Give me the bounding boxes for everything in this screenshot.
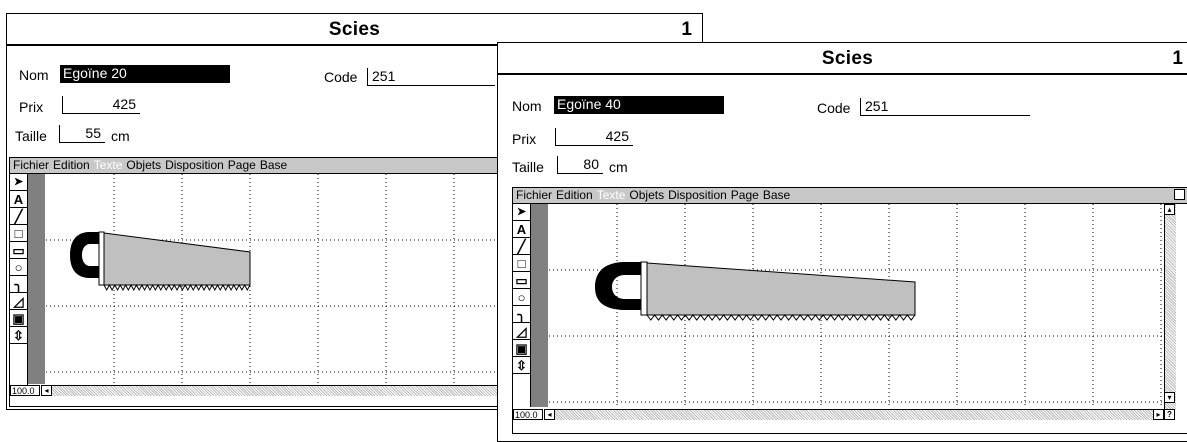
- saw-blade: [646, 262, 916, 316]
- canvas-svg: [549, 204, 1164, 406]
- line-tool-icon[interactable]: ╱: [513, 238, 530, 255]
- saw-handle: [595, 262, 641, 310]
- arrow-tool-icon[interactable]: ➤: [10, 174, 27, 191]
- zoom-level[interactable]: 100.0: [513, 409, 543, 420]
- menu-page[interactable]: Page: [731, 188, 759, 202]
- ruler-band: [531, 204, 548, 407]
- menu-edition[interactable]: Edition: [556, 188, 593, 202]
- zoom-level[interactable]: 100.0: [10, 385, 40, 396]
- menu-edition[interactable]: Edition: [53, 158, 90, 172]
- page-number: 1: [1172, 48, 1183, 69]
- saw-drawing[interactable]: [595, 261, 916, 321]
- nom-field[interactable]: Egoïne 20: [60, 65, 230, 83]
- nom-field[interactable]: Egoïne 40: [554, 96, 724, 114]
- prix-field[interactable]: 425: [62, 96, 140, 114]
- prix-field[interactable]: 425: [555, 128, 633, 146]
- menu-objets[interactable]: Objets: [126, 158, 161, 172]
- saw-blade: [103, 232, 251, 286]
- scroll-up-arrow-icon[interactable]: ▴: [1164, 204, 1175, 215]
- taille-label: Taille: [15, 128, 47, 144]
- code-field[interactable]: 251: [860, 98, 1030, 116]
- scroll-left-arrow-icon[interactable]: ◂: [544, 409, 555, 420]
- scroll-down-arrow-icon[interactable]: ▾: [1164, 392, 1175, 403]
- menu-disposition[interactable]: Disposition: [668, 188, 727, 202]
- code-label: Code: [817, 100, 851, 116]
- saw-ferrule: [98, 231, 105, 286]
- menu-base[interactable]: Base: [763, 188, 790, 202]
- rectangle-tool-icon[interactable]: □: [513, 255, 530, 272]
- rounded-rectangle-tool-icon[interactable]: ▭: [513, 272, 530, 289]
- taille-field[interactable]: 80: [557, 156, 603, 174]
- oval-tool-icon[interactable]: ○: [10, 259, 27, 276]
- vertical-scrollbar[interactable]: [1164, 204, 1176, 410]
- window-title-bar: Scies 1: [498, 43, 1187, 75]
- saw-handle: [70, 232, 99, 278]
- rounded-rectangle-tool-icon[interactable]: ▭: [10, 242, 27, 259]
- rectangle-tool-icon[interactable]: □: [10, 225, 27, 242]
- text-tool-icon[interactable]: A: [10, 191, 27, 208]
- taille-label: Taille: [512, 159, 544, 175]
- resize-tool-icon[interactable]: ⇳: [513, 357, 530, 374]
- arc-tool-icon[interactable]: ╮: [513, 306, 530, 323]
- scroll-left-arrow-icon[interactable]: ◂: [41, 385, 52, 396]
- nom-label: Nom: [19, 67, 49, 83]
- code-field[interactable]: 251: [367, 68, 495, 86]
- page-number: 1: [681, 19, 692, 40]
- prix-label: Prix: [512, 131, 537, 147]
- menu-page[interactable]: Page: [228, 158, 256, 172]
- line-tool-icon[interactable]: ╱: [10, 208, 27, 225]
- polygon-tool-icon[interactable]: ◿: [10, 293, 27, 310]
- scroll-right-arrow-icon[interactable]: ▸: [1153, 409, 1164, 420]
- polygon-tool-icon[interactable]: ◿: [513, 323, 530, 340]
- tool-palette: ➤ A ╱ □ ▭ ○ ╮ ◿ ▣ ⇳: [513, 204, 531, 407]
- nom-label: Nom: [512, 98, 542, 114]
- saw-drawing[interactable]: [70, 231, 251, 292]
- help-question-icon[interactable]: ?: [1164, 409, 1175, 420]
- code-label: Code: [324, 69, 358, 85]
- taille-unit: cm: [609, 159, 628, 175]
- horizontal-scrollbar[interactable]: [555, 409, 1153, 420]
- frame-tool-icon[interactable]: ▣: [10, 310, 27, 327]
- prix-label: Prix: [19, 99, 44, 115]
- menu-texte: Texte: [596, 188, 626, 202]
- menu-disposition[interactable]: Disposition: [165, 158, 224, 172]
- taille-unit: cm: [111, 128, 130, 144]
- window-title: Scies: [328, 19, 381, 40]
- saw-teeth: [646, 314, 916, 321]
- ruler-band: [28, 174, 45, 384]
- saw-teeth: [103, 283, 251, 292]
- taille-field[interactable]: 55: [59, 125, 105, 143]
- zoom-box-icon[interactable]: [1174, 189, 1185, 200]
- tool-palette: ➤ A ╱ □ ▭ ○ ╮ ◿ ▣ ⇳: [10, 174, 28, 386]
- saw-ferrule: [640, 261, 648, 316]
- text-tool-icon[interactable]: A: [513, 221, 530, 238]
- drawing-canvas[interactable]: [549, 204, 1164, 406]
- menu-fichier[interactable]: Fichier: [516, 188, 552, 202]
- oval-tool-icon[interactable]: ○: [513, 289, 530, 306]
- menu-fichier[interactable]: Fichier: [13, 158, 49, 172]
- menu-objets[interactable]: Objets: [629, 188, 664, 202]
- menu-base[interactable]: Base: [260, 158, 287, 172]
- frame-tool-icon[interactable]: ▣: [513, 340, 530, 357]
- drawing-window: Fichier Edition Texte Objets Disposition Page…: [512, 187, 1187, 434]
- resize-tool-icon[interactable]: ⇳: [10, 327, 27, 344]
- arc-tool-icon[interactable]: ╮: [10, 276, 27, 293]
- window-title: Scies: [821, 48, 874, 69]
- draw-menubar: Fichier Edition Texte Objets Disposition Page…: [513, 188, 1187, 204]
- menu-texte: Texte: [93, 158, 123, 172]
- arrow-tool-icon[interactable]: ➤: [513, 204, 530, 221]
- record-window-2: Scies 1 Nom Egoïne 40 Code 251 Prix 425 …: [497, 42, 1187, 442]
